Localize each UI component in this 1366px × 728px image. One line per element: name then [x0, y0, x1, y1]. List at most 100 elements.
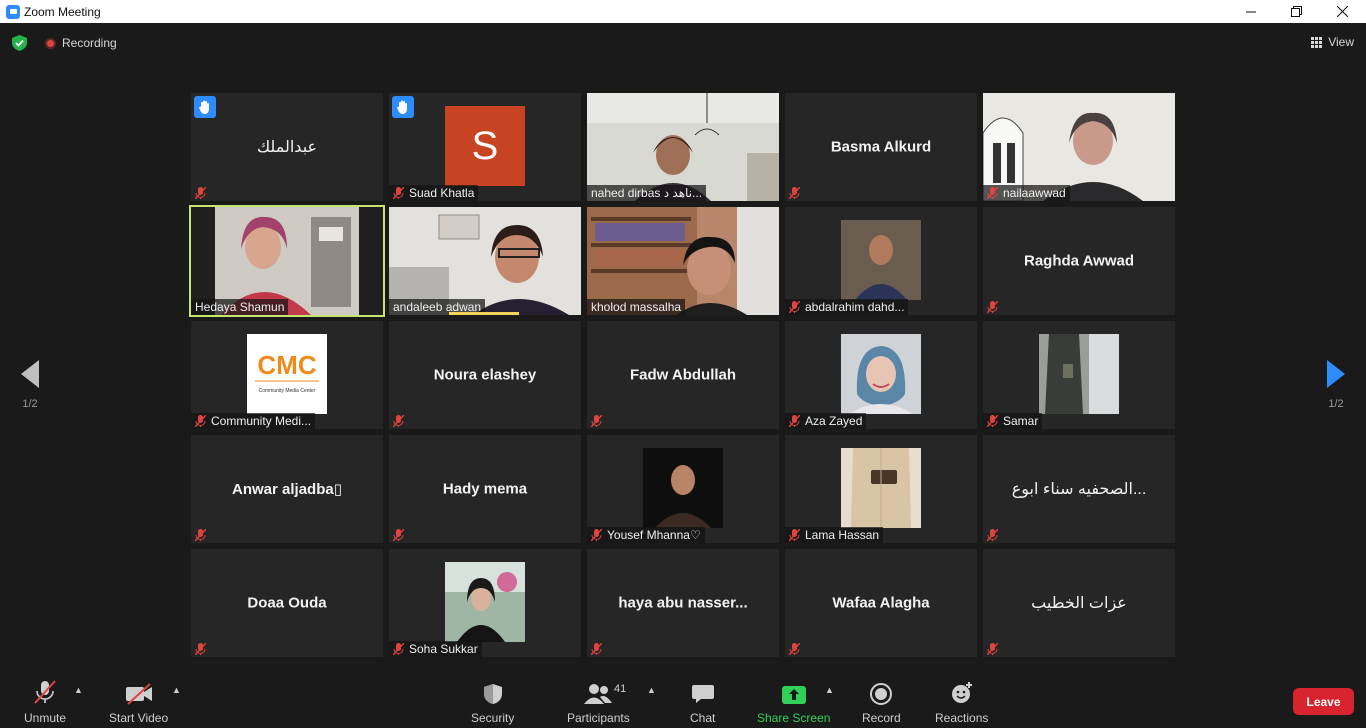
- participant-grid: عبدالملك S Suad Khatla nahed dirbas ناهد…: [189, 93, 1175, 657]
- arrow-left-icon: [21, 360, 39, 388]
- participant-name: Wafaa Alagha: [832, 594, 930, 612]
- minimize-button[interactable]: [1228, 0, 1274, 23]
- participant-tile-active[interactable]: Hedaya Shamun: [189, 205, 385, 317]
- participant-tile[interactable]: abdalrahim dahd...: [785, 207, 977, 315]
- participant-tile[interactable]: Anwar aljadba▯: [191, 435, 383, 543]
- participant-label: [191, 527, 215, 543]
- mic-muted-icon: [987, 301, 998, 313]
- participant-tile[interactable]: عزات الخطيب: [983, 549, 1175, 657]
- smiley-plus-icon: [950, 679, 974, 705]
- mic-muted-icon: [789, 529, 800, 541]
- participant-tile[interactable]: Fadw Abdullah: [587, 321, 779, 429]
- participant-label: nahed dirbas ناهد د...: [587, 185, 707, 201]
- participants-count: 41: [614, 683, 627, 695]
- participant-name: Noura elashey: [433, 366, 537, 384]
- leave-button[interactable]: Leave: [1293, 688, 1354, 715]
- mic-muted-icon: [393, 643, 404, 655]
- participant-tile[interactable]: Samar: [983, 321, 1175, 429]
- mic-muted-icon: [591, 415, 602, 427]
- page-indicator-right: 1/2: [1328, 398, 1344, 410]
- share-screen-button[interactable]: Share Screen: [757, 679, 830, 725]
- participant-label: [983, 299, 1007, 315]
- svg-text:CMC: CMC: [257, 350, 316, 380]
- participant-label-text: Suad Khatla: [409, 186, 475, 200]
- participant-tile[interactable]: Basma Alkurd: [785, 93, 977, 201]
- mic-muted-icon: [591, 643, 602, 655]
- audio-options-chevron-icon[interactable]: ▲: [74, 685, 83, 695]
- participant-label: Aza Zayed: [785, 413, 867, 429]
- participant-tile[interactable]: Lama Hassan: [785, 435, 977, 543]
- close-button[interactable]: [1319, 0, 1365, 23]
- participant-label-text: Community Medi...: [211, 414, 312, 428]
- participants-options-chevron-icon[interactable]: ▲: [647, 685, 656, 695]
- unmute-button[interactable]: Unmute: [24, 679, 66, 725]
- avatar: S: [445, 106, 525, 186]
- participant-tile[interactable]: nailaawwad: [983, 93, 1175, 201]
- participant-tile[interactable]: nahed dirbas ناهد د...: [587, 93, 779, 201]
- participant-label-text: Yousef Mhanna♡: [607, 528, 701, 542]
- reactions-button[interactable]: Reactions: [935, 679, 988, 725]
- participant-label: [983, 641, 1007, 657]
- start-video-button[interactable]: Start Video: [109, 679, 168, 725]
- video-off-icon: [124, 679, 154, 705]
- chat-bubble-icon: [691, 679, 715, 705]
- mic-muted-icon: [789, 415, 800, 427]
- participant-tile[interactable]: Raghda Awwad: [983, 207, 1175, 315]
- participant-label: [785, 641, 809, 657]
- share-options-chevron-icon[interactable]: ▲: [825, 685, 834, 695]
- view-button[interactable]: View: [1311, 35, 1354, 49]
- participant-tile[interactable]: kholod massalha: [587, 207, 779, 315]
- recording-indicator[interactable]: Recording: [45, 36, 117, 50]
- record-button[interactable]: Record: [862, 679, 901, 725]
- window-titlebar: Zoom Meeting: [0, 0, 1366, 23]
- participants-label: Participants: [567, 711, 630, 725]
- record-icon: [870, 679, 893, 705]
- maximize-button[interactable]: [1273, 0, 1319, 23]
- encryption-shield-icon[interactable]: [12, 35, 27, 51]
- profile-photo: [841, 334, 921, 414]
- participant-tile[interactable]: Hady mema: [389, 435, 581, 543]
- close-icon: [1336, 6, 1348, 17]
- profile-photo: [841, 220, 921, 300]
- participant-label: abdalrahim dahd...: [785, 299, 909, 315]
- participant-tile[interactable]: Noura elashey: [389, 321, 581, 429]
- mic-muted-icon: [987, 643, 998, 655]
- participant-tile[interactable]: Wafaa Alagha: [785, 549, 977, 657]
- participant-tile[interactable]: عبدالملك: [191, 93, 383, 201]
- recording-label: Recording: [62, 36, 117, 50]
- unmute-label: Unmute: [24, 711, 67, 725]
- security-button[interactable]: Security: [471, 679, 514, 725]
- participant-label: [587, 413, 611, 429]
- participants-icon: [583, 679, 613, 705]
- video-options-chevron-icon[interactable]: ▲: [172, 685, 181, 695]
- next-page-button[interactable]: 1/2: [1316, 360, 1356, 410]
- start-video-label: Start Video: [109, 711, 169, 725]
- previous-page-button[interactable]: 1/2: [10, 360, 50, 410]
- mic-muted-icon: [195, 529, 206, 541]
- mic-muted-icon: [789, 301, 800, 313]
- speaking-indicator: [449, 312, 519, 315]
- participant-tile[interactable]: haya abu nasser...: [587, 549, 779, 657]
- participant-tile[interactable]: Doaa Ouda: [191, 549, 383, 657]
- participant-tile[interactable]: Aza Zayed: [785, 321, 977, 429]
- arrow-right-icon: [1327, 360, 1345, 388]
- profile-photo: [445, 562, 525, 642]
- participant-label-text: Aza Zayed: [805, 414, 863, 428]
- participant-tile[interactable]: S Suad Khatla: [389, 93, 581, 201]
- participant-name: Fadw Abdullah: [629, 366, 737, 384]
- participant-tile[interactable]: andaleeb adwan: [389, 207, 581, 315]
- participant-name: Anwar aljadba▯: [232, 481, 342, 498]
- participant-tile[interactable]: الصحفيه سناء ابوع...: [983, 435, 1175, 543]
- participant-tile[interactable]: Yousef Mhanna♡: [587, 435, 779, 543]
- mic-muted-icon: [789, 187, 800, 199]
- participant-tile[interactable]: Soha Sukkar: [389, 549, 581, 657]
- chat-button[interactable]: Chat: [690, 679, 715, 725]
- security-label: Security: [471, 711, 515, 725]
- participant-label: Samar: [983, 413, 1043, 429]
- minimize-icon: [1246, 11, 1256, 12]
- svg-text:Community Media Center: Community Media Center: [259, 388, 316, 394]
- mic-off-icon: [32, 679, 58, 705]
- participant-name: Raghda Awwad: [1023, 252, 1135, 270]
- chat-label: Chat: [690, 711, 716, 725]
- participant-tile[interactable]: CMC Community Media Center Community Med…: [191, 321, 383, 429]
